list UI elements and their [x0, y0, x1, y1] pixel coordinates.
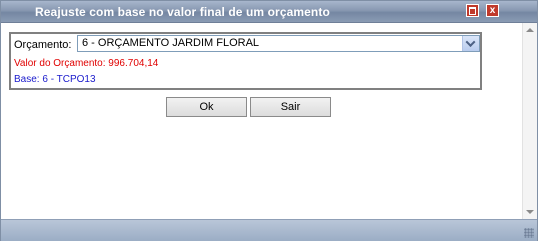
dialog-window: Reajuste com base no valor final de um o… — [0, 0, 538, 241]
chevron-down-icon[interactable] — [462, 36, 479, 51]
vertical-scrollbar[interactable] — [522, 23, 537, 219]
title-bar[interactable]: Reajuste com base no valor final de um o… — [1, 1, 537, 23]
orcamento-selected-value: 6 - ORÇAMENTO JARDIM FLORAL — [82, 37, 260, 49]
maximize-button[interactable] — [466, 4, 479, 17]
valor-orcamento-text: Valor do Orçamento: 996.704,14 — [14, 58, 159, 69]
base-text: Base: 6 - TCPO13 — [14, 74, 96, 85]
ok-button[interactable]: Ok — [166, 97, 247, 117]
dialog-content: Orçamento: 6 - ORÇAMENTO JARDIM FLORAL V… — [1, 23, 522, 219]
scroll-up-icon[interactable] — [526, 28, 534, 32]
window-title: Reajuste com base no valor final de um o… — [35, 5, 330, 19]
resize-grip-icon[interactable] — [524, 228, 534, 238]
orcamento-label: Orçamento: — [14, 39, 72, 51]
sair-button[interactable]: Sair — [250, 97, 331, 117]
close-button[interactable]: x — [486, 4, 499, 17]
orcamento-select[interactable]: 6 - ORÇAMENTO JARDIM FLORAL — [77, 35, 480, 52]
scroll-down-icon[interactable] — [526, 210, 534, 214]
status-bar — [1, 219, 537, 241]
